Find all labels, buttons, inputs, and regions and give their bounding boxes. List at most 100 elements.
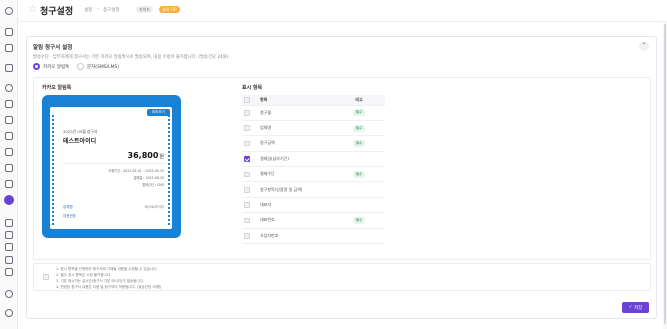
table-row: 대표번호 필수: [242, 212, 385, 229]
table-row: 결제수단 필수: [242, 166, 385, 183]
breadcrumb-item[interactable]: 설정: [84, 7, 92, 13]
guide-badge[interactable]: 가이드: [136, 6, 154, 13]
radio-sms[interactable]: 문자(SMS/LMS): [77, 63, 119, 70]
chevron-up-icon[interactable]: ⌃: [639, 41, 649, 51]
folder-icon[interactable]: [5, 268, 13, 276]
row-checkbox[interactable]: [244, 125, 250, 131]
dashboard-icon[interactable]: [5, 28, 13, 36]
bell-icon[interactable]: [5, 231, 13, 239]
note-line: 3. 기본 메시지는 실시간(청구서 기본 메시지)이 발송됩니다.: [56, 279, 144, 283]
breadcrumb-item: 청구설정: [103, 8, 120, 13]
bill-amount: 36,800원: [128, 151, 164, 160]
row-label: 청구금액: [252, 135, 333, 152]
preview-row: 업체명 테스트아이디: [63, 205, 164, 210]
info-icon: [43, 274, 49, 280]
favorite-star-icon[interactable]: ☆: [28, 4, 37, 15]
row-note-cell: [333, 197, 385, 214]
gift-icon[interactable]: [5, 219, 13, 227]
table-row: 사업자번호: [242, 228, 385, 245]
radio-label: 문자(SMS/LMS): [87, 64, 120, 70]
note-line: 2. 필수 표시 항목은 수정 불가합니다.: [56, 273, 112, 277]
apps-icon[interactable]: [5, 44, 13, 52]
row-note-cell: 필수: [333, 120, 385, 137]
row-note-cell: 필수: [333, 166, 385, 183]
page-title: 청구설정: [40, 7, 74, 17]
row-check-cell: [242, 181, 252, 198]
monitor-icon[interactable]: [5, 243, 13, 251]
notes-box: 1. 표시 항목을 선택하여 청구서에 기재될 내용을 수정할 수 있습니다. …: [33, 263, 651, 291]
required-badge: 필수: [352, 139, 366, 147]
preview-bill: 미리보기 2023년 05월 청구서 테스트아이디 36,800원 이용기간 :…: [50, 107, 172, 229]
row-label: 사업자번호: [252, 228, 333, 245]
display-items-table: 항목 비고 청구월 필수 업체명 필수 청구금액 필수 결제일(납부기간) 결제…: [242, 95, 385, 245]
row-note-cell: 필수: [333, 105, 385, 121]
amount-unit: 원: [159, 154, 164, 160]
table-row: 청구항목(상품명 및 금액): [242, 181, 385, 198]
calendar-icon[interactable]: [5, 164, 13, 172]
row-checkbox[interactable]: [244, 187, 250, 193]
required-badge: 필수: [352, 216, 366, 224]
row-checkbox[interactable]: [244, 156, 250, 162]
required-badge: 필수: [352, 170, 366, 178]
user-icon[interactable]: [5, 84, 13, 92]
row-checkbox[interactable]: [244, 217, 250, 224]
row-note-cell: 필수: [333, 212, 385, 229]
section-title: 알림 청구서 설정: [33, 45, 73, 51]
row-checkbox[interactable]: [244, 110, 250, 116]
row-check-cell: [242, 228, 252, 245]
preview-tag: 미리보기: [146, 109, 170, 116]
help-icon[interactable]: [5, 309, 13, 317]
kakao-preview: 미리보기 2023년 05월 청구서 테스트아이디 36,800원 이용기간 :…: [42, 95, 181, 238]
required-badge: 필수: [352, 109, 366, 117]
home-icon[interactable]: [5, 7, 13, 15]
billing-notice-settings-card: 알림 청구서 설정 ⌃ 발송수단 · 납부자에게 청구서는 기본 카카오 알림톡…: [26, 36, 657, 319]
radio-indicator[interactable]: [77, 63, 84, 70]
payer-name: 테스트아이디: [63, 138, 97, 145]
due-date: 결제일 : 2023-06-20: [133, 176, 164, 180]
radio-kakao[interactable]: 카카오 알림톡: [33, 63, 69, 70]
note-line: 4. 변경된 청구서 내용은 다음 달 청구부터 적용됩니다. (발송건당 33…: [56, 285, 162, 289]
settings-icon[interactable]: [4, 195, 14, 205]
column-header: 비고: [333, 95, 385, 106]
logout-icon[interactable]: [5, 290, 13, 298]
check-icon: ✓: [628, 305, 633, 310]
table-row: 대표자: [242, 197, 385, 214]
preview-row-value: 테스트아이디: [144, 205, 164, 209]
chart-icon[interactable]: [5, 180, 13, 188]
table-row: 청구월 필수: [242, 105, 385, 121]
breadcrumb-separator: ›: [97, 7, 99, 12]
page-header: ☆ 청구설정 설정 › 청구설정 가이드 설정 TIP: [18, 0, 667, 22]
download-icon[interactable]: [5, 256, 13, 264]
page-scrollbar[interactable]: [663, 22, 667, 329]
perforation-left: [52, 115, 54, 225]
table-row: 청구금액 필수: [242, 135, 385, 152]
row-check-cell: [242, 151, 252, 168]
star-icon[interactable]: [5, 64, 13, 72]
row-check-cell: [242, 105, 252, 121]
preview-title: 카카오 알림톡: [42, 85, 72, 91]
row-checkbox[interactable]: [244, 140, 250, 147]
row-checkbox[interactable]: [244, 171, 250, 178]
select-all-checkbox[interactable]: [244, 97, 250, 103]
row-checkbox[interactable]: [244, 233, 250, 239]
section-description: 발송수단 · 납부자에게 청구서는 기본 카카오 알림톡으로 발송되며, 내용 …: [33, 55, 229, 60]
document-icon[interactable]: [5, 116, 13, 124]
radio-label: 카카오 알림톡: [43, 64, 70, 70]
scrollbar-thumb[interactable]: [664, 24, 666, 324]
column-header: 항목: [252, 95, 333, 106]
row-check-cell: [242, 197, 252, 214]
tip-badge[interactable]: 설정 TIP: [159, 6, 180, 13]
row-checkbox[interactable]: [244, 202, 250, 208]
row-note-cell: [333, 228, 385, 245]
row-check-cell: [242, 166, 252, 183]
save-button[interactable]: ✓ 저장: [622, 302, 649, 313]
list-icon[interactable]: [5, 100, 13, 108]
row-label: 결제수단: [252, 166, 333, 183]
row-label: 대표자: [252, 197, 333, 214]
display-items-title: 표시 항목: [242, 85, 263, 91]
card-icon[interactable]: [5, 148, 13, 156]
row-label: 청구월: [252, 105, 333, 121]
receipt-icon[interactable]: [5, 132, 13, 140]
radio-indicator[interactable]: [33, 63, 40, 70]
amount-value: 36,800: [127, 151, 159, 160]
